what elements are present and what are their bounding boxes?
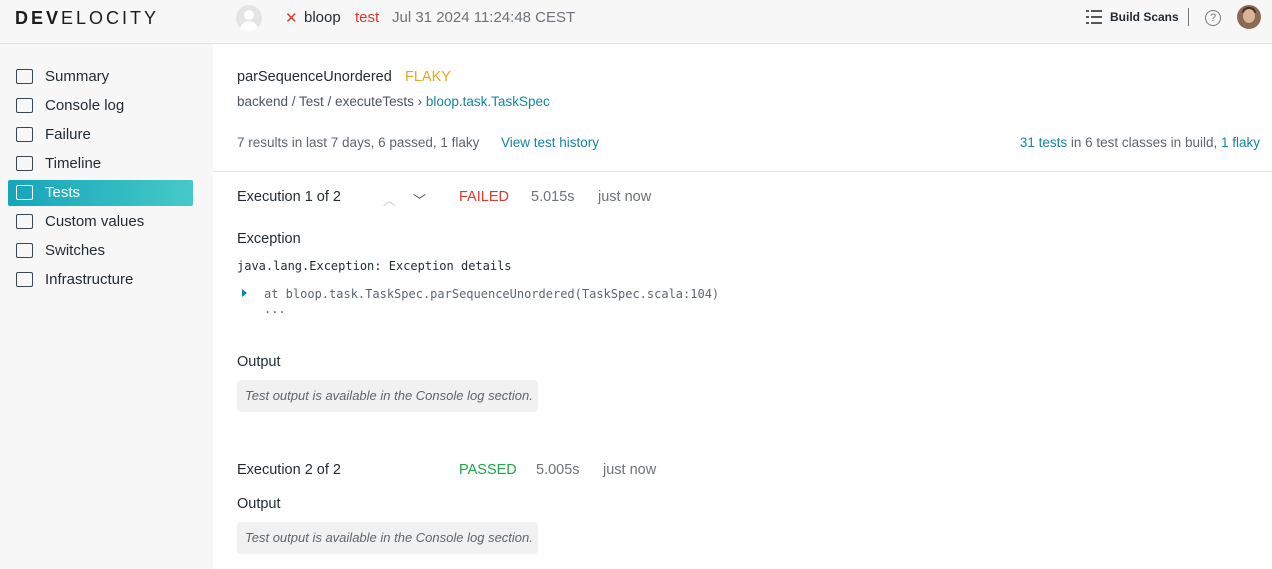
sidebar-item-label: Infrastructure bbox=[45, 271, 134, 288]
sidebar-item-switches[interactable]: Switches bbox=[8, 238, 193, 264]
sidebar-item-timeline[interactable]: Timeline bbox=[8, 151, 193, 177]
timeline-icon bbox=[16, 156, 33, 171]
sidebar-item-label: Timeline bbox=[45, 155, 102, 172]
develocity-logo[interactable]: DEVELOCITY bbox=[15, 8, 159, 29]
exception-label: Exception bbox=[237, 231, 301, 247]
output-note-box: Test output is available in the Console … bbox=[237, 380, 538, 412]
build-test-totals: 31 tests in 6 test classes in build, 1 f… bbox=[1020, 135, 1260, 150]
sidebar-item-label: Console log bbox=[45, 97, 125, 114]
build-failed-icon: ✕ bbox=[285, 10, 298, 27]
switches-icon bbox=[16, 243, 33, 258]
project-name: bloop bbox=[304, 9, 341, 26]
sidebar-item-custom-values[interactable]: Custom values bbox=[8, 209, 193, 235]
sidebar-item-infrastructure[interactable]: Infrastructure bbox=[8, 267, 193, 293]
section-divider bbox=[213, 171, 1272, 172]
execution-2-duration: 5.005s bbox=[536, 462, 580, 478]
help-icon[interactable]: ? bbox=[1205, 10, 1221, 26]
sidebar-item-label: Summary bbox=[45, 68, 110, 85]
output-label: Output bbox=[237, 496, 281, 512]
execution-1-status: FAILED bbox=[459, 189, 509, 205]
totals-text: in 6 test classes in build, bbox=[1067, 135, 1221, 150]
tests-count-link[interactable]: 31 tests bbox=[1020, 135, 1067, 150]
stacktrace-line: at bloop.task.TaskSpec.parSequenceUnorde… bbox=[264, 287, 720, 301]
flaky-badge: FLAKY bbox=[405, 69, 451, 85]
test-name: parSequenceUnordered bbox=[237, 69, 392, 85]
chevron-down-icon[interactable]: ﹀ bbox=[413, 190, 426, 209]
output-note: Test output is available in the Console … bbox=[245, 388, 533, 403]
sidebar-item-label: Custom values bbox=[45, 213, 145, 230]
logo-rest-text: ELOCITY bbox=[61, 8, 160, 28]
build-scans-link[interactable]: Build Scans bbox=[1110, 10, 1179, 24]
list-icon[interactable] bbox=[1086, 10, 1102, 24]
execution-2-status: PASSED bbox=[459, 462, 517, 478]
output-note: Test output is available in the Console … bbox=[245, 530, 533, 545]
stacktrace-more[interactable]: ... bbox=[264, 302, 286, 316]
test-class-link[interactable]: bloop.task.TaskSpec bbox=[426, 94, 550, 109]
sidebar-item-label: Failure bbox=[45, 126, 91, 143]
custom-values-icon bbox=[16, 214, 33, 229]
profile-avatar[interactable] bbox=[1237, 5, 1261, 29]
output-label: Output bbox=[237, 354, 281, 370]
sidebar-item-summary[interactable]: Summary bbox=[8, 64, 193, 90]
output-note-box: Test output is available in the Console … bbox=[237, 522, 538, 554]
sidebar-item-label: Tests bbox=[45, 184, 81, 201]
results-summary: 7 results in last 7 days, 6 passed, 1 fl… bbox=[237, 135, 480, 150]
console-icon bbox=[16, 98, 33, 113]
logo-bold-text: DEV bbox=[15, 8, 62, 28]
execution-2-title: Execution 2 of 2 bbox=[237, 462, 341, 478]
requested-task: test bbox=[355, 9, 380, 26]
summary-icon bbox=[16, 69, 33, 84]
user-placeholder-avatar bbox=[236, 5, 262, 31]
sidebar-item-failure[interactable]: Failure bbox=[8, 122, 193, 148]
execution-1-duration: 5.015s bbox=[531, 189, 575, 205]
flaky-count-link[interactable]: 1 flaky bbox=[1221, 135, 1260, 150]
sidebar-item-tests[interactable]: Tests bbox=[8, 180, 193, 206]
top-bar: DEVELOCITY ✕ bloop test Jul 31 2024 11:2… bbox=[0, 0, 1272, 44]
exception-message: java.lang.Exception: Exception details bbox=[237, 259, 512, 273]
breadcrumb: backend / Test / executeTests › bloop.ta… bbox=[237, 94, 550, 109]
breadcrumb-separator-icon: › bbox=[417, 94, 423, 109]
sidebar: Summary Console log Failure Timeline Tes… bbox=[0, 44, 213, 569]
tests-icon bbox=[16, 185, 33, 200]
chevron-up-icon[interactable]: ︿ bbox=[383, 190, 396, 209]
execution-1-time: just now bbox=[598, 189, 652, 205]
header-divider bbox=[1188, 8, 1189, 26]
sidebar-item-console-log[interactable]: Console log bbox=[8, 93, 193, 119]
breadcrumb-path[interactable]: backend / Test / executeTests bbox=[237, 94, 414, 109]
build-timestamp: Jul 31 2024 11:24:48 CEST bbox=[392, 9, 576, 26]
infrastructure-icon bbox=[16, 272, 33, 287]
execution-2-time: just now bbox=[603, 462, 657, 478]
main-content: parSequenceUnordered FLAKY backend / Tes… bbox=[213, 44, 1272, 569]
expand-stacktrace-icon[interactable] bbox=[242, 289, 247, 297]
sidebar-item-label: Switches bbox=[45, 242, 106, 259]
execution-1-title: Execution 1 of 2 bbox=[237, 189, 341, 205]
view-test-history-link[interactable]: View test history bbox=[501, 135, 599, 150]
failure-icon bbox=[16, 127, 33, 142]
